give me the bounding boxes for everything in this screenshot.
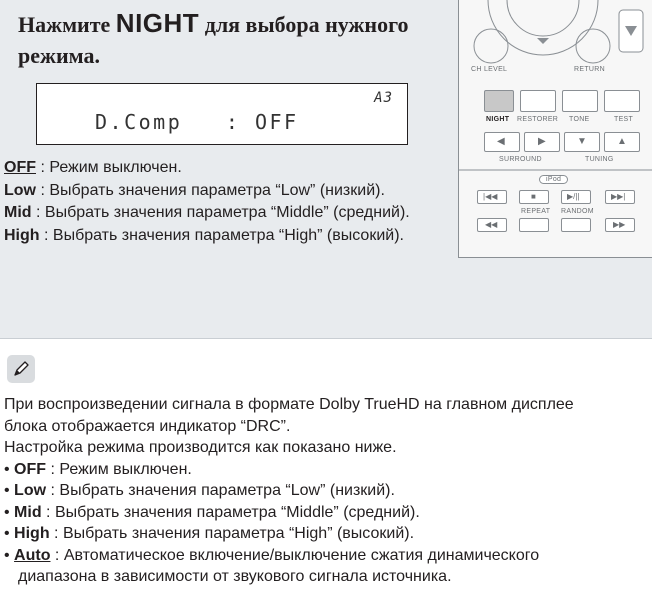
ch-level-label: CH LEVEL — [471, 66, 508, 73]
option-sep: : — [31, 204, 45, 221]
step-heading: Нажмите NIGHT для выбора нужного режима. — [18, 8, 448, 71]
note-sep: : — [41, 503, 55, 521]
note-key: Mid — [14, 503, 42, 521]
heading-pre: Нажмите — [18, 12, 116, 37]
test-label: TEST — [614, 116, 634, 123]
note-line: Настройка режима производится как показа… — [4, 439, 397, 456]
note-sep: : — [46, 482, 60, 499]
option-text: Выбрать значения параметра “Low” (низкий… — [49, 181, 385, 199]
display-indicator: A3 — [374, 90, 393, 106]
remote-control-illustration: CH LEVEL RETURN NIGHT RESTORER TONE TEST… — [458, 0, 652, 258]
option-key: High — [4, 226, 40, 244]
surround-label: SURROUND — [499, 156, 542, 163]
night-button[interactable] — [484, 90, 514, 112]
list-item: OFF : Режим выключен. — [4, 459, 652, 481]
option-key: OFF — [4, 159, 36, 176]
stop-icon: ■ — [531, 192, 536, 201]
rewind-icon: ◀◀ — [485, 220, 498, 229]
pencil-glyph — [14, 361, 29, 376]
instruction-panel: Нажмите NIGHT для выбора нужного режима.… — [0, 0, 652, 339]
skip-back-icon: |◀◀ — [483, 192, 498, 201]
note-key: High — [14, 525, 50, 542]
random-button[interactable] — [561, 218, 591, 232]
test-button[interactable] — [604, 90, 640, 112]
option-text: Режим выключен. — [49, 159, 182, 176]
option-off: OFF : Режим выключен. — [4, 157, 444, 180]
option-descriptions: OFF : Режим выключен. Low : Выбрать знач… — [4, 157, 444, 247]
tuning-up-button[interactable]: ▲ — [604, 132, 640, 152]
play-pause-button[interactable]: ▶/|| — [561, 190, 591, 204]
option-text: Выбрать значения параметра “High” (высок… — [52, 226, 404, 244]
rewind-button[interactable]: ◀◀ — [477, 218, 507, 232]
option-sep: : — [36, 159, 50, 176]
ipod-badge: iPod — [539, 175, 569, 184]
tone-button[interactable] — [562, 90, 598, 112]
random-label: RANDOM — [561, 208, 594, 215]
night-label: NIGHT — [486, 116, 510, 123]
note-text: Выбрать значения параметра “Low” (низкий… — [59, 482, 395, 499]
left-arrow-icon: ◀ — [497, 136, 505, 147]
option-text: Выбрать значения параметра “Middle” (сре… — [44, 204, 410, 221]
note-continuation: диапазона в зависимости от звукового сиг… — [18, 568, 452, 585]
option-key: Low — [4, 181, 36, 199]
restorer-button[interactable] — [520, 90, 556, 112]
list-item: High : Выбрать значения параметра “High”… — [4, 523, 652, 545]
skip-back-button[interactable]: |◀◀ — [477, 190, 507, 204]
restorer-label: RESTORER — [517, 116, 559, 123]
note-key: OFF — [14, 460, 47, 478]
return-label: RETURN — [574, 66, 605, 73]
note-line: При воспроизведении сигнала в формате Do… — [4, 396, 574, 413]
note-list: OFF : Режим выключен. Low : Выбрать знач… — [4, 459, 652, 567]
repeat-button[interactable] — [519, 218, 549, 232]
pencil-icon — [7, 355, 35, 383]
note-section: При воспроизведении сигнала в формате Do… — [4, 394, 652, 588]
surround-left-button[interactable]: ◀ — [484, 132, 520, 152]
note-text: Автоматическое включение/выключение сжат… — [63, 546, 540, 564]
note-sep: : — [50, 546, 64, 564]
option-low: Low : Выбрать значения параметра “Low” (… — [4, 180, 444, 203]
note-key: Auto — [14, 546, 51, 564]
option-sep: : — [39, 226, 53, 244]
skip-forward-button[interactable]: ▶▶| — [605, 190, 635, 204]
skip-forward-icon: ▶▶| — [611, 192, 626, 201]
note-sep: : — [49, 525, 63, 542]
right-arrow-icon: ▶ — [538, 136, 546, 147]
fast-forward-button[interactable]: ▶▶ — [605, 218, 635, 232]
down-arrow-icon: ▼ — [577, 136, 587, 147]
stop-button[interactable]: ■ — [519, 190, 549, 204]
note-line: блока отображается индикатор “DRC”. — [4, 417, 291, 435]
list-item: Low : Выбрать значения параметра “Low” (… — [4, 480, 652, 502]
play-pause-icon: ▶/|| — [567, 192, 580, 201]
note-text: Выбрать значения параметра “Middle” (сре… — [54, 503, 420, 521]
display-text: D.Comp : OFF — [95, 110, 299, 134]
note-text: Выбрать значения параметра “High” (высок… — [62, 525, 415, 542]
option-sep: : — [36, 181, 50, 199]
up-arrow-icon: ▲ — [617, 136, 627, 147]
night-key-label: NIGHT — [115, 8, 200, 38]
tuning-down-button[interactable]: ▼ — [564, 132, 600, 152]
note-sep: : — [46, 460, 60, 478]
repeat-label: REPEAT — [521, 208, 551, 215]
list-item: Mid : Выбрать значения параметра “Middle… — [4, 502, 652, 524]
option-high: High : Выбрать значения параметра “High”… — [4, 225, 444, 248]
tone-label: TONE — [569, 116, 590, 123]
fast-forward-icon: ▶▶ — [613, 220, 626, 229]
note-key: Low — [14, 482, 47, 499]
surround-right-button[interactable]: ▶ — [524, 132, 560, 152]
tuning-label: TUNING — [585, 156, 614, 163]
display-readout: A3 D.Comp : OFF — [36, 83, 408, 145]
note-text: Режим выключен. — [59, 460, 192, 478]
list-item: Auto : Автоматическое включение/выключен… — [4, 545, 652, 567]
option-mid: Mid : Выбрать значения параметра “Middle… — [4, 202, 444, 225]
option-key: Mid — [4, 204, 32, 221]
